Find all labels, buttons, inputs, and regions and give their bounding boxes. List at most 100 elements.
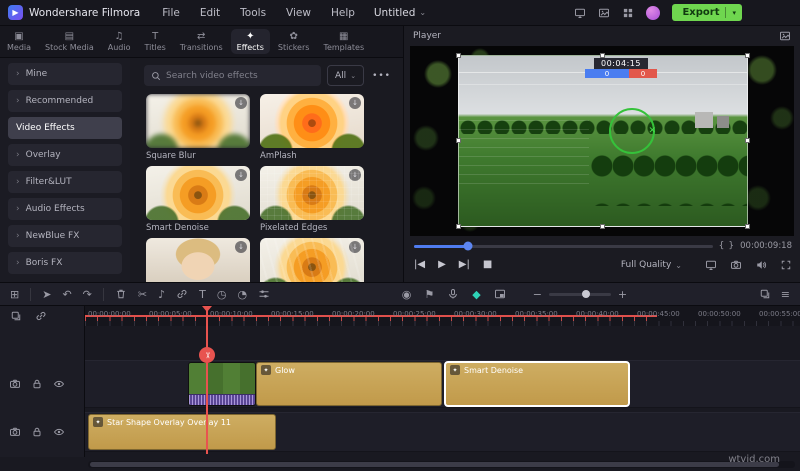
menu-help[interactable]: Help: [321, 7, 365, 19]
filter-dropdown[interactable]: All ⌄: [327, 65, 365, 86]
tab-effects[interactable]: ✦ Effects: [230, 29, 270, 54]
sidebar-item-overlay[interactable]: › Overlay: [8, 144, 122, 166]
transform-handle[interactable]: [456, 53, 461, 58]
tab-stickers[interactable]: ✿ Stickers: [271, 26, 317, 57]
redo-icon[interactable]: ↷: [83, 289, 92, 300]
timeline-ruler[interactable]: 00:00:00:00 00:00:05:00 00:00:10:00 00:0…: [85, 306, 800, 326]
adjust-icon[interactable]: [258, 288, 270, 300]
more-options-icon[interactable]: •••: [370, 71, 393, 81]
project-title[interactable]: Untitled ⌄: [374, 7, 426, 19]
transform-handle[interactable]: [600, 224, 605, 229]
sidebar-item-newblue-fx[interactable]: › NewBlue FX: [8, 225, 122, 247]
next-frame-button[interactable]: ▶|: [459, 260, 470, 270]
fullscreen-icon[interactable]: [780, 259, 792, 271]
detach-audio-icon[interactable]: ♪: [158, 289, 165, 300]
mark-in-button[interactable]: {: [719, 241, 725, 251]
stop-button[interactable]: ■: [483, 260, 492, 270]
effect-card-dispersion-blur[interactable]: ↓ Dispersion Blur: [260, 238, 364, 282]
track-visibility-icon[interactable]: [53, 426, 65, 438]
video-frame[interactable]: ✕ 00:04:15 0 0: [456, 53, 750, 229]
media-library-icon[interactable]: [598, 7, 610, 19]
clip-smart-denoise[interactable]: ✦ Smart Denoise: [444, 361, 630, 407]
sidebar-item-audio-effects[interactable]: › Audio Effects: [8, 198, 122, 220]
track-lock-icon[interactable]: [31, 378, 43, 390]
sidebar-item-video-effects[interactable]: Video Effects: [8, 117, 122, 139]
track-lock-icon[interactable]: [31, 426, 43, 438]
keyframe-icon[interactable]: ◆: [472, 289, 480, 300]
speed-icon[interactable]: ◔: [237, 289, 247, 300]
duration-icon[interactable]: ◷: [217, 289, 227, 300]
effect-card-pixelated-edges[interactable]: ↓ Pixelated Edges: [260, 166, 364, 238]
clip-star-shape-overlay[interactable]: ✦ Star Shape Overlay Overlay 11: [88, 414, 276, 450]
auto-ripple-icon[interactable]: [35, 310, 47, 322]
zoom-in-icon[interactable]: +: [618, 289, 627, 300]
playhead[interactable]: [206, 306, 208, 454]
screen-record-icon[interactable]: [574, 7, 586, 19]
track-manager-icon[interactable]: [759, 288, 771, 300]
previous-frame-button[interactable]: |◀: [414, 260, 425, 270]
delete-icon[interactable]: [115, 288, 127, 300]
effect-card-square-blur[interactable]: ↓ Square Blur: [146, 94, 250, 166]
volume-icon[interactable]: [755, 259, 767, 271]
playhead-marker[interactable]: [202, 306, 212, 312]
export-button[interactable]: Export ▾: [672, 4, 742, 21]
transform-handle[interactable]: [456, 138, 461, 143]
sidebar-item-mine[interactable]: › Mine: [8, 63, 122, 85]
track-record-icon[interactable]: [9, 426, 21, 438]
play-button[interactable]: ▶: [438, 260, 446, 270]
mirror-display-icon[interactable]: [705, 259, 717, 271]
apps-grid-icon[interactable]: [622, 7, 634, 19]
transform-handle[interactable]: [600, 53, 605, 58]
manage-tracks-icon[interactable]: [10, 310, 22, 322]
playback-scrubber[interactable]: [414, 241, 713, 251]
effect-card-amplash[interactable]: ↓ AmPlash: [260, 94, 364, 166]
pip-icon[interactable]: [494, 288, 506, 300]
zoom-slider[interactable]: [548, 290, 611, 298]
clip-glow[interactable]: ✦ Glow: [256, 362, 442, 406]
mark-out-button[interactable]: }: [728, 241, 734, 251]
timeline-menu-icon[interactable]: ≡: [781, 289, 790, 300]
track-record-icon[interactable]: [9, 378, 21, 390]
marker-icon[interactable]: ⚑: [424, 289, 434, 300]
menu-view[interactable]: View: [276, 7, 321, 19]
zoom-knob[interactable]: [582, 290, 591, 298]
search-input[interactable]: [166, 70, 315, 81]
menu-tools[interactable]: Tools: [230, 7, 276, 19]
pointer-tool-icon[interactable]: ➤: [42, 289, 51, 300]
snapshot-icon[interactable]: [730, 259, 742, 271]
tab-transitions[interactable]: ⇄ Transitions: [173, 26, 230, 57]
playhead-split-badge[interactable]: ✂: [199, 347, 215, 363]
sidebar-item-boris-fx[interactable]: › Boris FX: [8, 252, 122, 274]
timeline-horizontal-scrollbar[interactable]: [88, 461, 795, 468]
tab-templates[interactable]: ▦ Templates: [316, 26, 371, 57]
tab-media[interactable]: ▣ Media: [0, 26, 38, 57]
split-icon[interactable]: ✂: [138, 289, 147, 300]
scrubber-knob[interactable]: [463, 241, 473, 251]
zoom-out-icon[interactable]: −: [533, 289, 542, 300]
transform-handle[interactable]: [745, 138, 750, 143]
scrollbar-thumb[interactable]: [90, 462, 779, 467]
link-icon[interactable]: [176, 288, 188, 300]
tab-titles[interactable]: T Titles: [138, 26, 173, 57]
quality-dropdown[interactable]: Full Quality ⌄: [621, 260, 682, 270]
sidebar-item-recommended[interactable]: › Recommended: [8, 90, 122, 112]
transform-handle[interactable]: [745, 53, 750, 58]
user-avatar[interactable]: [646, 5, 661, 20]
undo-icon[interactable]: ↶: [62, 289, 71, 300]
voiceover-icon[interactable]: [447, 288, 459, 300]
screen-record-button-icon[interactable]: ◉: [402, 289, 412, 300]
effect-card-beautify[interactable]: ↓ Beautify: [146, 238, 250, 282]
transform-handle[interactable]: [456, 224, 461, 229]
menu-file[interactable]: File: [152, 7, 190, 19]
clip-video-thumbnail[interactable]: [188, 362, 256, 406]
effect-card-smart-denoise[interactable]: ↓ Smart Denoise: [146, 166, 250, 238]
tab-audio[interactable]: ♫ Audio: [101, 26, 138, 57]
player-view-icon[interactable]: [779, 30, 791, 42]
storyboard-icon[interactable]: ⊞: [10, 289, 19, 300]
tab-stock-media[interactable]: ▤ Stock Media: [38, 26, 101, 57]
menu-edit[interactable]: Edit: [190, 7, 230, 19]
add-text-icon[interactable]: T: [199, 289, 206, 300]
search-box[interactable]: [144, 65, 322, 86]
transform-handle[interactable]: [745, 224, 750, 229]
track-visibility-icon[interactable]: [53, 378, 65, 390]
